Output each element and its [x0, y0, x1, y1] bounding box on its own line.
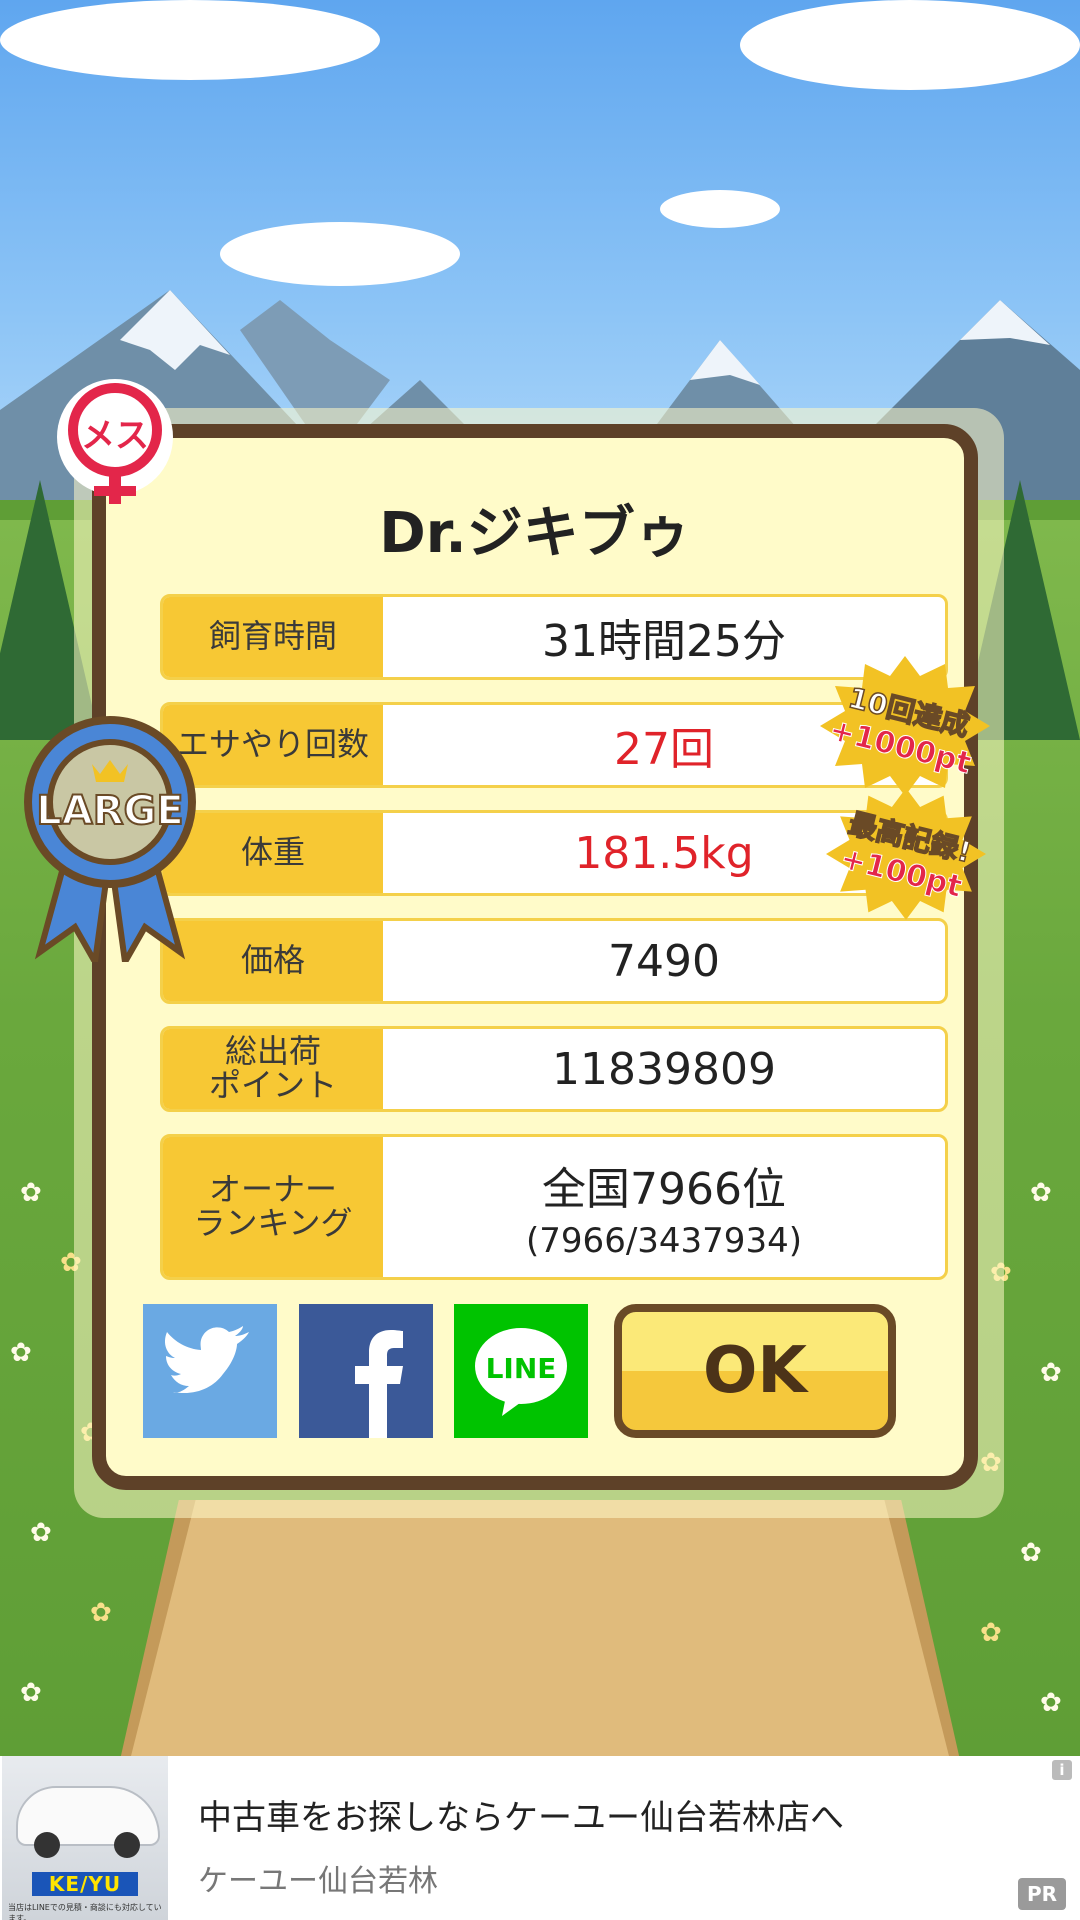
- flower: ✿: [30, 1518, 52, 1548]
- stat-value: 11839809: [552, 1043, 776, 1095]
- flower: ✿: [1020, 1538, 1042, 1568]
- ad-banner[interactable]: KE/YU 当店はLINEでの見積・商談にも対応しています。 中古車をお探しなら…: [0, 1756, 1080, 1920]
- size-badge-label: LARGE: [35, 787, 184, 835]
- gender-label: メス: [81, 416, 149, 456]
- twitter-bird-icon: [164, 1326, 249, 1394]
- ok-button[interactable]: OK: [614, 1304, 896, 1438]
- stat-row-total-points: 総出荷 ポイント 11839809: [160, 1026, 948, 1112]
- flower: ✿: [20, 1678, 42, 1708]
- stat-label: オーナー ランキング: [163, 1137, 383, 1277]
- pet-name: Dr.ジキブゥ: [379, 501, 691, 566]
- flower: ✿: [1030, 1178, 1052, 1208]
- stat-label: 総出荷 ポイント: [163, 1029, 383, 1109]
- dirt-path: [130, 1500, 950, 1760]
- reward-badge-weight: 最高記録! +100pt: [826, 786, 986, 922]
- wheel: [114, 1832, 140, 1858]
- female-badge: メス: [56, 378, 174, 504]
- line-label: LINE: [485, 1352, 557, 1385]
- ad-pr-badge: PR: [1018, 1878, 1066, 1910]
- stat-label: 飼育時間: [163, 597, 383, 677]
- facebook-share-button[interactable]: [299, 1304, 433, 1438]
- cloud: [660, 190, 780, 228]
- ad-advertiser[interactable]: ケーユー仙台若林: [198, 1856, 438, 1900]
- ranking-value: 全国7966位: [542, 1164, 786, 1215]
- flower: ✿: [20, 1178, 42, 1208]
- line-share-button[interactable]: LINE: [454, 1304, 588, 1438]
- ad-headline[interactable]: 中古車をお探しならケーユー仙台若林店へ: [198, 1790, 844, 1839]
- stat-row-price: 価格 7490: [160, 918, 948, 1004]
- flower: ✿: [90, 1598, 112, 1628]
- stat-value-group: 全国7966位 (7966/3437934): [383, 1137, 945, 1277]
- wheel: [34, 1832, 60, 1858]
- ad-image[interactable]: KE/YU 当店はLINEでの見積・商談にも対応しています。: [2, 1756, 168, 1920]
- flower: ✿: [980, 1618, 1002, 1648]
- reward-badge-feed: 10回達成 +1000pt: [820, 656, 990, 796]
- cloud: [740, 0, 1080, 90]
- flower: ✿: [1040, 1358, 1062, 1388]
- ribbon-rosette-icon: [24, 716, 196, 972]
- flower: ✿: [10, 1338, 32, 1368]
- ad-info-icon[interactable]: i: [1052, 1760, 1072, 1780]
- ad-fine-print: 当店はLINEでの見積・商談にも対応しています。: [8, 1903, 162, 1920]
- large-size-ribbon: LARGE: [20, 712, 200, 972]
- flower: ✿: [1040, 1688, 1062, 1718]
- facebook-f-icon: [355, 1330, 403, 1438]
- stat-value: 7490: [608, 935, 720, 987]
- advertiser-logo: KE/YU: [32, 1872, 138, 1896]
- twitter-share-button[interactable]: [143, 1304, 277, 1438]
- stat-row-owner-ranking: オーナー ランキング 全国7966位 (7966/3437934): [160, 1134, 948, 1280]
- cloud: [0, 0, 380, 80]
- ranking-detail: (7966/3437934): [526, 1221, 802, 1261]
